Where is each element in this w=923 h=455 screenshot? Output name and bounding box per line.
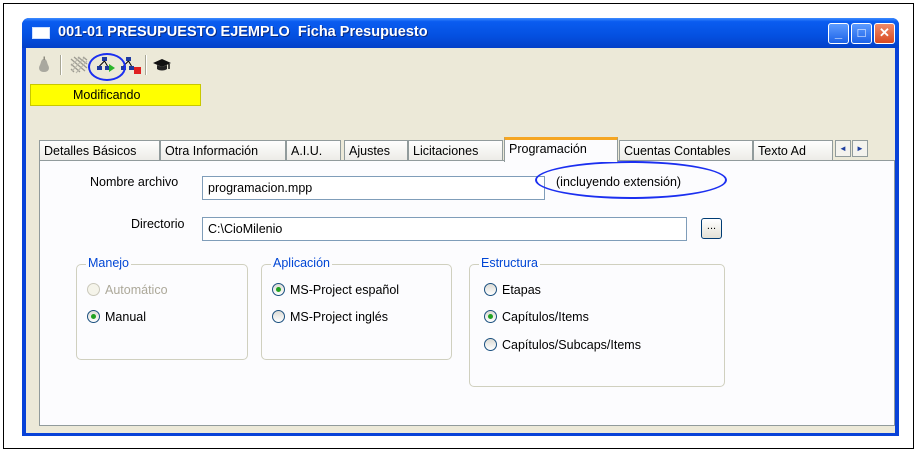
radio-button-icon (484, 338, 497, 351)
group-aplicacion-title: Aplicación (271, 256, 332, 270)
radio-manual-label: Manual (105, 310, 146, 324)
tab-aiu[interactable]: A.I.U. (286, 140, 341, 161)
title-bar[interactable]: 001-01 PRESUPUESTO EJEMPLO Ficha Presupu… (22, 18, 899, 48)
tab-scroll-left-button[interactable]: ◄ (835, 140, 851, 157)
radio-capitulos-subcaps-items[interactable]: Capítulos/Subcaps/Items (484, 338, 641, 352)
pear-icon[interactable] (34, 55, 54, 75)
app-window: 001-01 PRESUPUESTO EJEMPLO Ficha Presupu… (22, 18, 899, 436)
radio-button-checked-icon (484, 310, 497, 323)
toolbar-separator (60, 55, 62, 75)
tab-panel-programacion: Nombre archivo programacion.mpp (incluye… (39, 160, 895, 426)
tab-licitaciones[interactable]: Licitaciones (408, 140, 503, 161)
hint-annotation-circle (535, 161, 727, 199)
window-client-area: Modificando Detalles Básicos Otra Inform… (26, 48, 895, 433)
app-window-icon (32, 27, 50, 39)
toolbar-annotation-circle (88, 53, 126, 81)
tab-cuentas-contables[interactable]: Cuentas Contables (619, 140, 753, 161)
radio-manual[interactable]: Manual (87, 310, 146, 324)
directory-label: Directorio (131, 217, 185, 231)
group-estructura: Estructura Etapas Capítulos/Items Capítu… (469, 256, 725, 387)
group-aplicacion: Aplicación MS-Project español MS-Project… (261, 256, 452, 360)
minimize-icon: _ (834, 25, 843, 40)
radio-capitulos-items[interactable]: Capítulos/Items (484, 310, 589, 324)
mortarboard-icon[interactable] (152, 55, 172, 75)
maximize-button[interactable]: □ (851, 23, 872, 44)
directory-input[interactable]: C:\CioMilenio (202, 217, 687, 241)
radio-etapas-label: Etapas (502, 283, 541, 297)
grid-icon[interactable] (69, 55, 89, 75)
maximize-icon: □ (857, 25, 866, 40)
tab-scroll-right-button[interactable]: ► (852, 140, 868, 157)
close-icon: ✕ (879, 25, 890, 40)
tab-strip: Detalles Básicos Otra Información A.I.U.… (39, 137, 895, 162)
tab-texto-adicional[interactable]: Texto Ad (753, 140, 833, 161)
arrow-left-icon: ◄ (839, 144, 847, 153)
close-button[interactable]: ✕ (874, 23, 895, 44)
window-title: 001-01 PRESUPUESTO EJEMPLO Ficha Presupu… (58, 24, 428, 40)
toolbar-separator (145, 55, 147, 75)
radio-msproject-espanol-label: MS-Project español (290, 283, 400, 297)
arrow-right-icon: ► (856, 144, 864, 153)
status-indicator: Modificando (30, 84, 201, 106)
radio-automatico-label: Automático (105, 283, 168, 297)
radio-button-icon (87, 283, 100, 296)
radio-msproject-ingles[interactable]: MS-Project inglés (272, 310, 388, 324)
radio-capitulos-items-label: Capítulos/Items (502, 310, 589, 324)
radio-automatico[interactable]: Automático (87, 283, 168, 297)
radio-msproject-espanol[interactable]: MS-Project español (272, 283, 399, 297)
tab-ajustes[interactable]: Ajustes (344, 140, 408, 161)
tab-otra-informacion[interactable]: Otra Información (160, 140, 286, 161)
toolbar (26, 48, 895, 82)
radio-etapas[interactable]: Etapas (484, 283, 541, 297)
filename-input[interactable]: programacion.mpp (202, 176, 545, 200)
group-manejo-title: Manejo (86, 256, 131, 270)
radio-button-checked-icon (87, 310, 100, 323)
radio-button-icon (484, 283, 497, 296)
tab-detalles-basicos[interactable]: Detalles Básicos (39, 140, 160, 161)
minimize-button[interactable]: _ (828, 23, 849, 44)
radio-button-checked-icon (272, 283, 285, 296)
group-manejo: Manejo Automático Manual (76, 256, 248, 360)
radio-button-icon (272, 310, 285, 323)
group-estructura-title: Estructura (479, 256, 540, 270)
browse-button[interactable]: ... (701, 218, 722, 239)
radio-msproject-ingles-label: MS-Project inglés (290, 310, 388, 324)
filename-label: Nombre archivo (90, 175, 179, 189)
tab-programacion[interactable]: Programación (504, 137, 618, 162)
radio-capitulos-subcaps-items-label: Capítulos/Subcaps/Items (502, 338, 641, 352)
